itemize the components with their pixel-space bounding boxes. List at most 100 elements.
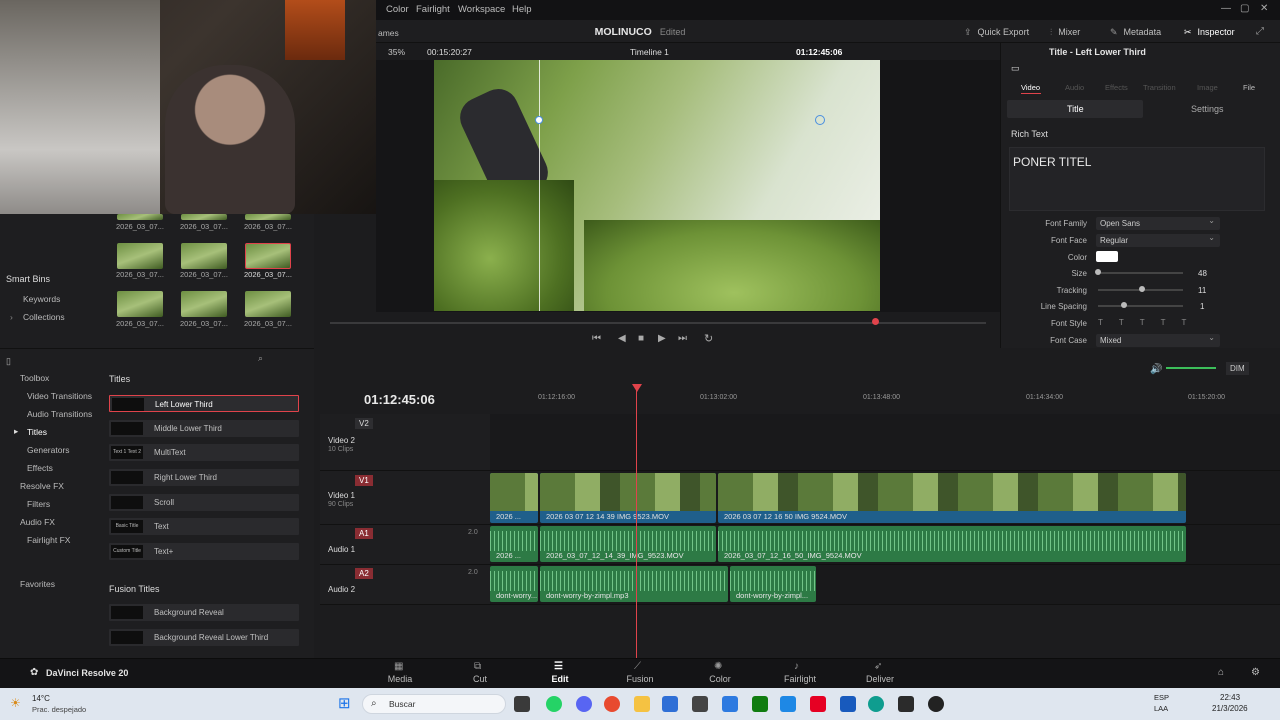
- clip-thumb-7[interactable]: [117, 291, 163, 317]
- title-item-multitext[interactable]: Text 1 Text 2 MultiText: [109, 444, 299, 461]
- music-clip-1[interactable]: dont-worry...: [490, 566, 538, 602]
- favorites-heading[interactable]: Favorites: [20, 579, 55, 589]
- tracking-value[interactable]: 11: [1198, 286, 1206, 295]
- rich-text-field[interactable]: PONER TITEL: [1009, 147, 1265, 211]
- clip-thumb-8[interactable]: [181, 291, 227, 317]
- tracking-slider-knob[interactable]: [1139, 286, 1145, 292]
- skip-end-icon[interactable]: ⏭: [678, 333, 687, 344]
- title-item-right-lower-third[interactable]: Right Lower Third: [109, 469, 299, 486]
- page-cut[interactable]: ⧉ Cut: [450, 661, 510, 684]
- keyboard-language[interactable]: ESP: [1154, 693, 1169, 702]
- timeline-name[interactable]: Timeline 1: [630, 47, 669, 57]
- taskbar-search-box[interactable]: ⌕ Buscar: [362, 694, 506, 714]
- clock-time[interactable]: 22:43: [1220, 693, 1240, 702]
- minimize-icon[interactable]: —: [1221, 3, 1231, 14]
- track-id-a2[interactable]: A2: [355, 568, 373, 579]
- toolbox-item-video-transitions[interactable]: Video Transitions: [27, 391, 92, 401]
- search-icon[interactable]: ⌕: [258, 353, 263, 364]
- obs-icon[interactable]: [898, 696, 914, 712]
- title-item-scroll[interactable]: Scroll: [109, 494, 299, 511]
- keyboard-layout[interactable]: LAA: [1154, 704, 1168, 713]
- media-pool-tab-fragment[interactable]: ames: [378, 28, 399, 38]
- toolbox-item-resolve-fx[interactable]: Resolve FX: [20, 481, 64, 491]
- scrub-bar[interactable]: [330, 322, 986, 324]
- quick-export-button[interactable]: ⇪ Quick Export: [964, 27, 1029, 38]
- tab-file[interactable]: File: [1243, 83, 1255, 92]
- clock-date[interactable]: 21/3/2026: [1212, 704, 1248, 713]
- clip-thumb-3[interactable]: [245, 214, 291, 220]
- font-case-dropdown[interactable]: Mixed: [1096, 333, 1220, 347]
- volume-slider[interactable]: [1166, 367, 1216, 369]
- dim-button[interactable]: DIM: [1226, 362, 1249, 375]
- line-spacing-slider[interactable]: [1098, 305, 1183, 307]
- video-clip-2[interactable]: 2026 03 07 12 14 39 IMG 9523.MOV: [540, 473, 716, 523]
- color-swatch[interactable]: [1096, 251, 1118, 262]
- page-fusion[interactable]: ⟋ Fusion: [610, 661, 670, 684]
- audio-clip-2[interactable]: 2026_03_07_12_14_39_IMG_9523.MOV: [540, 526, 716, 562]
- xbox-icon[interactable]: [752, 696, 768, 712]
- metadata-button[interactable]: ✎ Metadata: [1110, 27, 1161, 38]
- clip-thumb-4[interactable]: [117, 243, 163, 269]
- tab-video[interactable]: Video: [1021, 83, 1040, 92]
- music-clip-2[interactable]: dont-worry-by-zimpl.mp3: [540, 566, 728, 602]
- video-clip-3[interactable]: 2026 03 07 12 16 50 IMG 9524.MOV: [718, 473, 1186, 523]
- font-style-buttons[interactable]: TTTTT: [1098, 318, 1202, 327]
- toolbox-item-titles[interactable]: Titles: [27, 427, 47, 437]
- play-reverse-icon[interactable]: ◀: [618, 333, 626, 344]
- toolbox-item-audio-transitions[interactable]: Audio Transitions: [27, 409, 92, 419]
- loop-icon[interactable]: ↻: [704, 332, 713, 345]
- video-tab-icon[interactable]: ▭: [1011, 63, 1020, 74]
- playhead-line[interactable]: [636, 386, 637, 658]
- title-item-middle-lower-third[interactable]: Middle Lower Third: [109, 420, 299, 437]
- viewer-frame[interactable]: [434, 60, 880, 311]
- discord-icon[interactable]: [576, 696, 592, 712]
- track-lane-v2[interactable]: [490, 414, 1280, 471]
- track-id-v1[interactable]: V1: [355, 475, 373, 486]
- title-handle-left[interactable]: [535, 116, 543, 124]
- page-media[interactable]: ▦ Media: [370, 661, 430, 684]
- page-fairlight[interactable]: ♪ Fairlight: [770, 661, 830, 684]
- title-handle-right[interactable]: [815, 115, 825, 125]
- menu-color[interactable]: Color: [386, 4, 409, 15]
- clip-thumb-2[interactable]: [181, 214, 227, 220]
- line-spacing-value[interactable]: 1: [1200, 302, 1204, 311]
- toolbox-item-filters[interactable]: Filters: [27, 499, 50, 509]
- taskbar-app-icon[interactable]: [514, 696, 530, 712]
- toolbox-item-fairlight-fx[interactable]: Fairlight FX: [27, 535, 70, 545]
- fusion-title-background-reveal-lower-third[interactable]: Background Reveal Lower Third: [109, 629, 299, 646]
- app-icon[interactable]: [692, 696, 708, 712]
- video-clip-1[interactable]: 2026 ...: [490, 473, 538, 523]
- mixer-button[interactable]: ⫶ Mixer: [1050, 27, 1080, 38]
- home-icon[interactable]: ⌂: [1218, 667, 1224, 678]
- font-family-dropdown[interactable]: Open Sans: [1096, 216, 1220, 230]
- clip-thumb-1[interactable]: [117, 214, 163, 220]
- stop-icon[interactable]: ■: [638, 333, 644, 344]
- skip-start-icon[interactable]: ⏮: [592, 333, 601, 344]
- music-clip-3[interactable]: dont-worry-by-zimpl...: [730, 566, 816, 602]
- size-slider-knob[interactable]: [1095, 269, 1101, 275]
- toolbox-item-toolbox[interactable]: Toolbox: [20, 373, 49, 383]
- file-explorer-icon[interactable]: [634, 696, 650, 712]
- menu-fairlight[interactable]: Fairlight: [416, 4, 450, 15]
- pinterest-icon[interactable]: [810, 696, 826, 712]
- subtab-settings[interactable]: Settings: [1191, 104, 1224, 114]
- bin-keywords[interactable]: Keywords: [23, 294, 60, 304]
- track-id-a1[interactable]: A1: [355, 528, 373, 539]
- page-color[interactable]: ✺ Color: [690, 661, 750, 684]
- audio-clip-1[interactable]: 2026 ...: [490, 526, 538, 562]
- store-icon[interactable]: [662, 696, 678, 712]
- maximize-icon[interactable]: ▢: [1240, 3, 1249, 14]
- whatsapp-icon[interactable]: [546, 696, 562, 712]
- toolbox-item-audio-fx[interactable]: Audio FX: [20, 517, 55, 527]
- volume-icon[interactable]: 🔊: [1150, 364, 1162, 375]
- close-icon[interactable]: ✕: [1260, 3, 1268, 14]
- tab-audio[interactable]: Audio: [1065, 83, 1084, 92]
- chevron-right-icon[interactable]: ▸: [14, 426, 18, 437]
- windows-start-icon[interactable]: ⊞: [338, 694, 351, 712]
- play-icon[interactable]: ▶: [658, 333, 666, 344]
- tab-effects[interactable]: Effects: [1105, 83, 1128, 92]
- scrub-playhead[interactable]: [872, 318, 879, 325]
- panel-toggle-icon[interactable]: ▯: [6, 356, 11, 367]
- fusion-title-background-reveal[interactable]: Background Reveal: [109, 604, 299, 621]
- bin-collections[interactable]: Collections: [23, 312, 65, 322]
